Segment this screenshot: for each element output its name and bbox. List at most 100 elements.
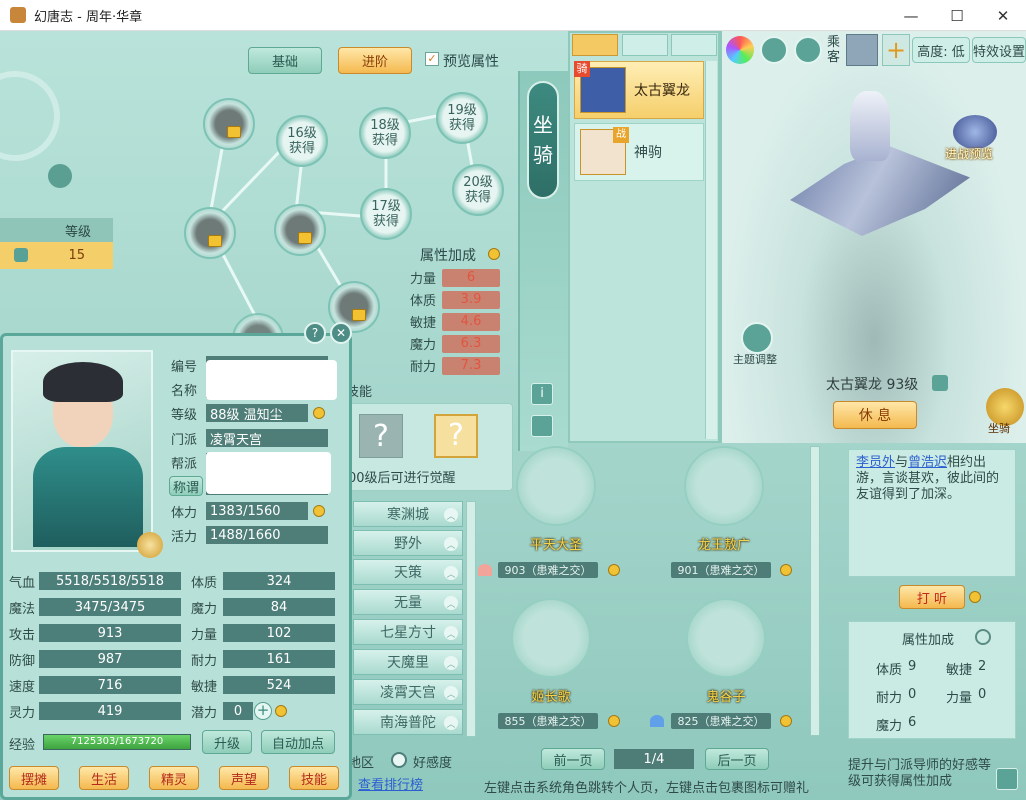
color-wheel-icon[interactable]	[726, 36, 754, 64]
auto-add-button[interactable]: 自动加点	[261, 730, 335, 754]
info-icon[interactable]	[488, 248, 500, 260]
nav-item-hanyuan[interactable]: 寒渊城 ︿	[353, 501, 463, 527]
preview-checkbox[interactable]: ✓	[425, 52, 439, 66]
tab-basic[interactable]: 基础	[248, 47, 322, 74]
info-icon[interactable]	[969, 591, 981, 603]
nav-item-qixing[interactable]: 七星方寸 ︿	[353, 619, 463, 645]
skill-node-19[interactable]: 19级 获得	[436, 92, 488, 144]
info-icon[interactable]	[313, 407, 325, 419]
rider-view-icon[interactable]	[671, 34, 717, 56]
reputation-button[interactable]: 声望	[219, 766, 269, 790]
skill-node-locked[interactable]	[203, 98, 255, 150]
rest-button[interactable]: 休 息	[833, 401, 917, 429]
life-button[interactable]: 生活	[79, 766, 129, 790]
nav-scrollbar[interactable]	[466, 501, 476, 737]
pencil-icon[interactable]	[794, 36, 822, 64]
upgrade-button[interactable]: 升级	[202, 730, 252, 754]
nav-item-nanhai[interactable]: 南海普陀 ︿	[353, 709, 463, 735]
attr-label: 力量	[410, 272, 437, 287]
exp-fill: 7125303/1673720	[44, 735, 190, 749]
nav-item-tianmo[interactable]: 天魔里 ︿	[353, 649, 463, 675]
nav-item-tiance[interactable]: 天策 ︿	[353, 559, 463, 585]
lock-icon	[352, 309, 366, 321]
edit-icon[interactable]	[996, 768, 1018, 790]
exp-label: 经验	[9, 738, 36, 753]
battle-preview-label[interactable]: 进战预览	[945, 145, 993, 162]
heart-icon[interactable]	[650, 715, 664, 727]
attr-row: 敏捷 4.6	[410, 312, 501, 331]
npc-longwang[interactable]: 龙王敖广	[674, 446, 774, 556]
skills-button[interactable]: 技能	[289, 766, 339, 790]
settings-gear-icon[interactable]	[975, 629, 991, 645]
favor-radio[interactable]	[391, 752, 407, 768]
exp-bar: 7125303/1673720	[43, 734, 191, 750]
spirit-button[interactable]: 精灵	[149, 766, 199, 790]
prev-page-button[interactable]: 前一页	[541, 748, 605, 770]
stall-button[interactable]: 摆摊	[9, 766, 59, 790]
nav-item-wuliang[interactable]: 无量 ︿	[353, 589, 463, 615]
story-connector: 与	[895, 455, 909, 470]
rename-icon[interactable]	[932, 375, 948, 391]
mount-item-selected[interactable]: 太古翼龙	[574, 61, 704, 119]
gift-icon[interactable]	[780, 715, 792, 727]
minimize-button[interactable]: —	[888, 0, 934, 31]
theme-bell-icon[interactable]	[741, 322, 773, 354]
skill-node-16[interactable]: 16级 获得	[276, 115, 328, 167]
help-icon[interactable]: ?	[304, 322, 326, 344]
story-name-link[interactable]: 曾浩迟	[908, 455, 947, 470]
level-value: 15	[68, 248, 85, 263]
mount-side-tab[interactable]: 坐 骑	[527, 81, 559, 199]
nav-label: 野外	[394, 536, 422, 552]
add-passenger-icon[interactable]: +	[882, 34, 910, 66]
nav-item-wild[interactable]: 野外 ︿	[353, 530, 463, 556]
emblem-icon[interactable]	[137, 532, 163, 558]
gift-icon[interactable]	[608, 715, 620, 727]
skill-node-locked[interactable]	[184, 207, 236, 259]
mount-list-scrollbar[interactable]	[705, 61, 717, 439]
gift-icon[interactable]	[780, 564, 792, 576]
awaken-slot-icon[interactable]: ?	[359, 414, 403, 458]
awaken-slot-icon[interactable]: ?	[434, 414, 478, 458]
person-view-icon[interactable]	[622, 34, 668, 56]
story-name-link[interactable]: 李员外	[856, 455, 895, 470]
grid-view-icon[interactable]	[572, 34, 618, 56]
heart-icon[interactable]	[478, 564, 492, 576]
mount-emblem-label[interactable]: 坐骑	[988, 420, 1010, 436]
ranking-link[interactable]: 查看排行榜	[358, 774, 423, 793]
lock-icon	[227, 126, 241, 138]
effect-settings-button[interactable]: 特效设置	[972, 37, 1026, 63]
tab-advanced[interactable]: 进阶	[338, 47, 412, 74]
height-button[interactable]: 高度: 低	[912, 37, 970, 63]
inquire-button[interactable]: 打 听	[899, 585, 965, 609]
npc-relation: 825（患难之交）	[671, 713, 771, 729]
npc-jichangge[interactable]: 姬长歌	[501, 598, 601, 708]
npc-portrait	[516, 446, 596, 526]
npc-name: 鬼谷子	[706, 690, 746, 705]
info-button-icon[interactable]: i	[531, 383, 553, 405]
skill-node-20[interactable]: 20级 获得	[452, 164, 504, 216]
info-icon[interactable]	[275, 705, 287, 717]
favor-bonus-title: 属性加成	[902, 633, 955, 648]
close-icon[interactable]: ✕	[330, 322, 352, 344]
passenger-avatar[interactable]	[846, 34, 878, 66]
skill-node-17[interactable]: 17级 获得	[360, 188, 412, 240]
close-window-button[interactable]: ✕	[980, 0, 1026, 31]
npc-scrollbar[interactable]	[810, 446, 820, 736]
gift-icon[interactable]	[608, 564, 620, 576]
maximize-button[interactable]: ☐	[934, 0, 980, 31]
attr-bonus-title-text: 属性加成	[420, 248, 476, 264]
home-icon[interactable]	[760, 36, 788, 64]
info-icon[interactable]	[313, 505, 325, 517]
edit-icon[interactable]	[531, 415, 553, 437]
add-point-icon[interactable]: +	[254, 702, 272, 720]
npc-guiguzi[interactable]: 鬼谷子	[676, 598, 776, 708]
leaf-icon[interactable]	[48, 164, 72, 188]
battle-preview-icon[interactable]	[953, 115, 997, 149]
skill-node-locked[interactable]	[274, 204, 326, 256]
npc-pingtian[interactable]: 平天大圣	[506, 446, 606, 556]
title-button[interactable]: 称谓	[169, 476, 203, 496]
mount-item[interactable]: 神驹	[574, 123, 704, 181]
nav-item-lingxiao[interactable]: 凌霄天宫 ︿	[353, 679, 463, 705]
next-page-button[interactable]: 后一页	[705, 748, 769, 770]
skill-node-18[interactable]: 18级 获得	[359, 107, 411, 159]
